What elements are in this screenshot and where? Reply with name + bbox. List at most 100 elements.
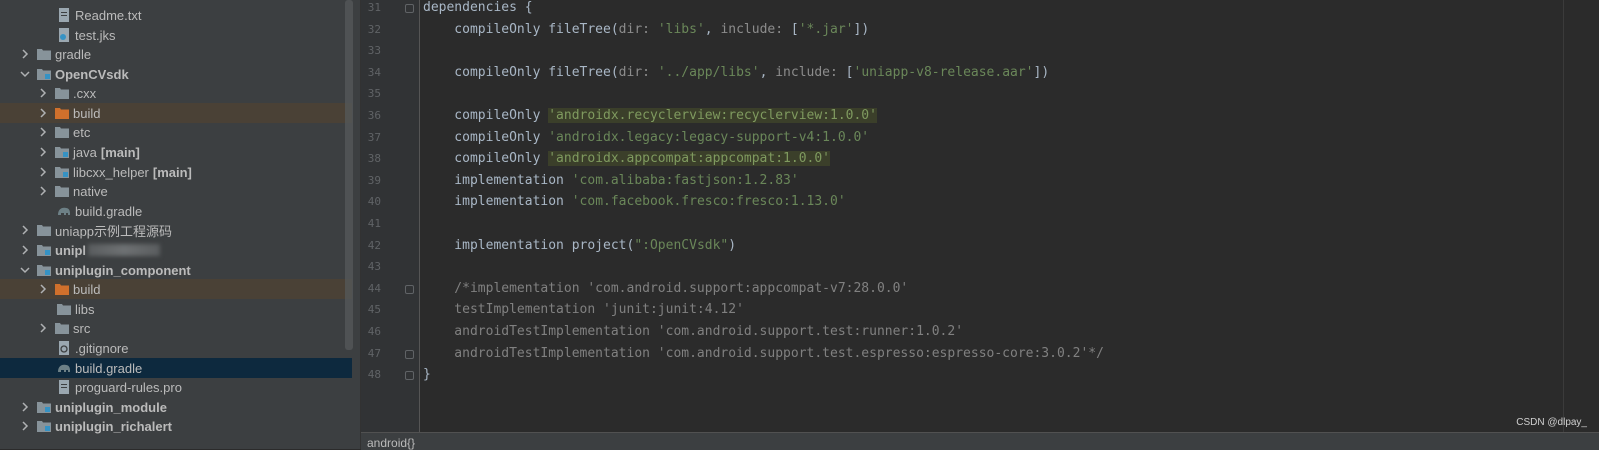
code-line[interactable]: compileOnly 'androidx.legacy:legacy-supp… <box>423 127 869 149</box>
excluded-folder-icon <box>54 282 70 296</box>
fold-marker-icon[interactable] <box>405 371 414 381</box>
line-number: 36 <box>367 109 381 122</box>
tree-item-opencvsdk[interactable]: OpenCVsdk <box>0 64 352 84</box>
tree-item-uniplugin-component[interactable]: uniplugin_component <box>0 260 352 280</box>
line-number: 32 <box>367 22 381 36</box>
line-number: 44 <box>367 281 381 295</box>
tree-item-uniplugin-richalert[interactable]: uniplugin_richalert <box>0 416 352 436</box>
code-token: , <box>704 21 721 37</box>
module-folder-icon <box>36 419 52 433</box>
code-token: implementation <box>423 172 572 188</box>
code-token: dir: <box>618 21 658 37</box>
tree-item-readme[interactable]: Readme.txt <box>0 5 352 25</box>
code-token: 'uniapp-v8-release.aar' <box>853 64 1034 80</box>
tree-item-uniplugin-module[interactable]: uniplugin_module <box>0 397 352 417</box>
folder-icon <box>54 125 70 139</box>
line-number: 35 <box>367 87 381 101</box>
tree-item-label: gradle <box>55 46 92 62</box>
tree-item-proguard[interactable]: proguard-rules.pro <box>0 377 352 397</box>
tree-item-label: uniapp示例工程源码 <box>55 223 173 239</box>
tree-item-java[interactable]: java [main] <box>0 142 352 162</box>
fold-marker-icon[interactable] <box>405 4 414 13</box>
code-token: compileOnly fileTree( <box>423 64 619 80</box>
chevron-right-icon[interactable] <box>36 279 50 299</box>
code-line[interactable]: implementation 'com.facebook.fresco:fres… <box>423 191 845 213</box>
code-line[interactable]: compileOnly 'androidx.recyclerview:recyc… <box>423 105 877 127</box>
tree-item-label: java <box>73 144 97 160</box>
chevron-right-icon[interactable] <box>36 162 50 182</box>
tree-item-etc[interactable]: etc <box>0 122 352 142</box>
chevron-right-icon[interactable] <box>18 240 32 260</box>
chevron-right-icon[interactable] <box>18 44 32 64</box>
gradle-elephant-icon <box>56 204 72 218</box>
tree-item-cxx[interactable]: .cxx <box>0 83 352 103</box>
code-token: implementation project( <box>423 237 635 253</box>
line-number: 48 <box>367 368 381 382</box>
tree-item-uniapp-demo[interactable]: uniapp示例工程源码 <box>0 220 352 240</box>
code-token: ]) <box>853 21 870 37</box>
chevron-right-icon[interactable] <box>18 220 32 240</box>
code-line[interactable]: implementation 'com.alibaba:fastjson:1.2… <box>423 170 799 192</box>
code-line[interactable]: testImplementation 'junit:junit:4.12' <box>423 299 744 321</box>
chevron-right-icon[interactable] <box>36 181 50 201</box>
code-line[interactable]: androidTestImplementation 'com.android.s… <box>423 343 1104 365</box>
excluded-folder-icon <box>54 106 70 120</box>
code-token: 'androidx.recyclerview:recyclerview:1.0.… <box>548 108 877 123</box>
tree-item-src[interactable]: src <box>0 318 352 338</box>
code-token: compileOnly <box>423 108 549 123</box>
chevron-down-icon[interactable] <box>18 64 32 84</box>
code-token: '../app/libs' <box>657 64 760 80</box>
tree-item-gradle[interactable]: gradle <box>0 44 352 64</box>
line-number: 34 <box>367 65 381 79</box>
breadcrumb-bar[interactable]: android{} <box>361 432 1599 450</box>
code-line[interactable]: dependencies { <box>423 0 533 19</box>
code-line[interactable]: } <box>423 364 431 386</box>
tree-item-label: uniplugin_richalert <box>55 418 173 434</box>
tree-item-uniplugin-blurred[interactable]: unipl <box>0 240 352 260</box>
chevron-right-icon[interactable] <box>36 103 50 123</box>
code-token: implementation <box>423 194 572 210</box>
code-line[interactable]: /*implementation 'com.android.support:ap… <box>423 278 908 300</box>
text-file-icon <box>56 380 72 394</box>
chevron-right-icon[interactable] <box>18 416 32 436</box>
chevron-right-icon[interactable] <box>36 318 50 338</box>
module-folder-icon <box>36 400 52 414</box>
fold-marker-icon[interactable] <box>405 349 414 359</box>
code-token: compileOnly fileTree( <box>423 21 619 37</box>
tree-item-libs[interactable]: libs <box>0 299 352 319</box>
tree-item-build-gradle[interactable]: build.gradle <box>0 201 352 221</box>
code-token: testImplementation 'junit:junit:4.12' <box>423 302 744 318</box>
line-number: 39 <box>367 173 381 187</box>
code-editor[interactable]: 31 32 33 34 35 36 37 38 39 40 41 42 43 44 45 46 47 48 dep… <box>361 0 1599 440</box>
chevron-right-icon[interactable] <box>36 142 50 162</box>
tree-item-native[interactable]: native <box>0 181 352 201</box>
chevron-right-icon[interactable] <box>36 83 50 103</box>
module-folder-icon <box>36 67 52 81</box>
tree-item-test-jks[interactable]: test.jks <box>0 25 352 45</box>
code-line[interactable]: compileOnly 'androidx.appcompat:appcompa… <box>423 148 830 170</box>
tree-item-build[interactable]: build <box>0 279 352 299</box>
tree-item-build-gradle-selected[interactable]: build.gradle <box>0 358 352 378</box>
line-number: 41 <box>367 217 381 230</box>
tree-item-gitignore[interactable]: .gitignore <box>0 338 352 358</box>
code-line[interactable]: compileOnly fileTree(dir: 'libs', includ… <box>423 19 869 41</box>
code-token: 'com.alibaba:fastjson:1.2.83' <box>571 172 799 188</box>
code-line[interactable]: compileOnly fileTree(dir: '../app/libs',… <box>423 62 1049 84</box>
code-token: include: <box>720 21 791 37</box>
line-number: 46 <box>367 325 381 338</box>
tree-scrollbar[interactable] <box>345 0 353 350</box>
chevron-right-icon[interactable] <box>18 397 32 417</box>
chevron-down-icon[interactable] <box>18 260 32 280</box>
tree-item-libcxx-helper[interactable]: libcxx_helper [main] <box>0 162 352 182</box>
fold-marker-icon[interactable] <box>405 284 414 294</box>
code-token: androidTestImplementation 'com.android.s… <box>423 324 964 339</box>
folder-icon <box>54 86 70 100</box>
code-line[interactable]: androidTestImplementation 'com.android.s… <box>423 321 963 343</box>
tree-item-label: uniplugin_component <box>55 262 191 278</box>
code-token: ]) <box>1033 64 1050 80</box>
module-folder-icon <box>36 243 52 257</box>
module-folder-icon <box>54 145 70 159</box>
chevron-right-icon[interactable] <box>36 122 50 142</box>
tree-item-build[interactable]: build <box>0 103 352 123</box>
code-line[interactable]: implementation project(":OpenCVsdk") <box>423 235 736 257</box>
